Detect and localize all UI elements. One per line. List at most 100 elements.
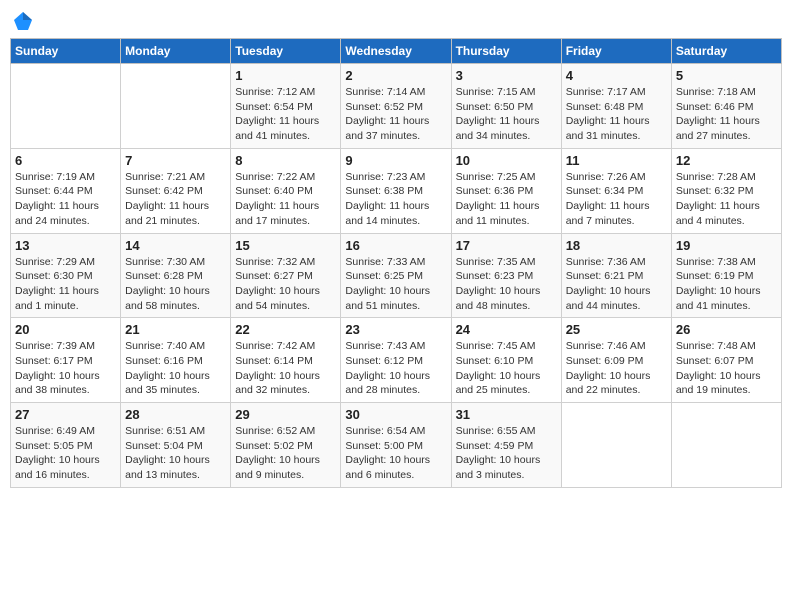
sunset-text: Sunset: 6:17 PM <box>15 355 93 367</box>
sunrise-text: Sunrise: 7:38 AM <box>676 256 756 268</box>
sunset-text: Sunset: 6:27 PM <box>235 270 313 282</box>
sunrise-text: Sunrise: 7:35 AM <box>456 256 536 268</box>
calendar-week-row: 6 Sunrise: 7:19 AM Sunset: 6:44 PM Dayli… <box>11 148 782 233</box>
calendar-cell: 1 Sunrise: 7:12 AM Sunset: 6:54 PM Dayli… <box>231 64 341 149</box>
day-number: 25 <box>566 322 667 337</box>
calendar-cell: 11 Sunrise: 7:26 AM Sunset: 6:34 PM Dayl… <box>561 148 671 233</box>
daylight-text: Daylight: 10 hours and 16 minutes. <box>15 454 100 481</box>
day-number: 30 <box>345 407 446 422</box>
sunrise-text: Sunrise: 7:17 AM <box>566 86 646 98</box>
daylight-text: Daylight: 10 hours and 22 minutes. <box>566 370 651 397</box>
weekday-header-thursday: Thursday <box>451 39 561 64</box>
day-number: 2 <box>345 68 446 83</box>
calendar-cell: 23 Sunrise: 7:43 AM Sunset: 6:12 PM Dayl… <box>341 318 451 403</box>
daylight-text: Daylight: 11 hours and 4 minutes. <box>676 200 760 227</box>
calendar-table: SundayMondayTuesdayWednesdayThursdayFrid… <box>10 38 782 488</box>
logo <box>10 10 34 34</box>
calendar-cell: 10 Sunrise: 7:25 AM Sunset: 6:36 PM Dayl… <box>451 148 561 233</box>
daylight-text: Daylight: 11 hours and 11 minutes. <box>456 200 540 227</box>
day-number: 5 <box>676 68 777 83</box>
sunset-text: Sunset: 6:34 PM <box>566 185 644 197</box>
sunset-text: Sunset: 6:36 PM <box>456 185 534 197</box>
day-number: 21 <box>125 322 226 337</box>
day-number: 13 <box>15 238 116 253</box>
calendar-cell: 19 Sunrise: 7:38 AM Sunset: 6:19 PM Dayl… <box>671 233 781 318</box>
calendar-week-row: 13 Sunrise: 7:29 AM Sunset: 6:30 PM Dayl… <box>11 233 782 318</box>
daylight-text: Daylight: 10 hours and 41 minutes. <box>676 285 761 312</box>
daylight-text: Daylight: 10 hours and 13 minutes. <box>125 454 210 481</box>
day-number: 8 <box>235 153 336 168</box>
day-number: 9 <box>345 153 446 168</box>
day-number: 4 <box>566 68 667 83</box>
daylight-text: Daylight: 11 hours and 24 minutes. <box>15 200 99 227</box>
calendar-cell: 22 Sunrise: 7:42 AM Sunset: 6:14 PM Dayl… <box>231 318 341 403</box>
day-number: 6 <box>15 153 116 168</box>
sunset-text: Sunset: 6:30 PM <box>15 270 93 282</box>
sunset-text: Sunset: 5:00 PM <box>345 440 423 452</box>
daylight-text: Daylight: 11 hours and 41 minutes. <box>235 115 319 142</box>
calendar-cell <box>11 64 121 149</box>
daylight-text: Daylight: 10 hours and 28 minutes. <box>345 370 430 397</box>
day-number: 23 <box>345 322 446 337</box>
daylight-text: Daylight: 10 hours and 44 minutes. <box>566 285 651 312</box>
sunset-text: Sunset: 6:19 PM <box>676 270 754 282</box>
calendar-cell: 3 Sunrise: 7:15 AM Sunset: 6:50 PM Dayli… <box>451 64 561 149</box>
calendar-cell <box>561 403 671 488</box>
day-number: 3 <box>456 68 557 83</box>
sunset-text: Sunset: 6:09 PM <box>566 355 644 367</box>
calendar-cell: 13 Sunrise: 7:29 AM Sunset: 6:30 PM Dayl… <box>11 233 121 318</box>
weekday-header-tuesday: Tuesday <box>231 39 341 64</box>
daylight-text: Daylight: 11 hours and 1 minute. <box>15 285 99 312</box>
daylight-text: Daylight: 11 hours and 14 minutes. <box>345 200 429 227</box>
sunset-text: Sunset: 6:23 PM <box>456 270 534 282</box>
calendar-cell: 2 Sunrise: 7:14 AM Sunset: 6:52 PM Dayli… <box>341 64 451 149</box>
sunrise-text: Sunrise: 7:21 AM <box>125 171 205 183</box>
weekday-header-saturday: Saturday <box>671 39 781 64</box>
sunrise-text: Sunrise: 7:28 AM <box>676 171 756 183</box>
calendar-cell: 12 Sunrise: 7:28 AM Sunset: 6:32 PM Dayl… <box>671 148 781 233</box>
daylight-text: Daylight: 10 hours and 54 minutes. <box>235 285 320 312</box>
daylight-text: Daylight: 10 hours and 25 minutes. <box>456 370 541 397</box>
day-number: 15 <box>235 238 336 253</box>
weekday-header-row: SundayMondayTuesdayWednesdayThursdayFrid… <box>11 39 782 64</box>
sunrise-text: Sunrise: 7:22 AM <box>235 171 315 183</box>
page-header <box>10 10 782 34</box>
daylight-text: Daylight: 10 hours and 19 minutes. <box>676 370 761 397</box>
day-number: 14 <box>125 238 226 253</box>
daylight-text: Daylight: 11 hours and 27 minutes. <box>676 115 760 142</box>
sunset-text: Sunset: 6:25 PM <box>345 270 423 282</box>
weekday-header-sunday: Sunday <box>11 39 121 64</box>
calendar-cell: 25 Sunrise: 7:46 AM Sunset: 6:09 PM Dayl… <box>561 318 671 403</box>
day-number: 17 <box>456 238 557 253</box>
calendar-body: 1 Sunrise: 7:12 AM Sunset: 6:54 PM Dayli… <box>11 64 782 488</box>
sunrise-text: Sunrise: 7:29 AM <box>15 256 95 268</box>
calendar-cell: 17 Sunrise: 7:35 AM Sunset: 6:23 PM Dayl… <box>451 233 561 318</box>
daylight-text: Daylight: 10 hours and 3 minutes. <box>456 454 541 481</box>
daylight-text: Daylight: 10 hours and 35 minutes. <box>125 370 210 397</box>
sunset-text: Sunset: 6:21 PM <box>566 270 644 282</box>
sunrise-text: Sunrise: 7:25 AM <box>456 171 536 183</box>
sunset-text: Sunset: 6:54 PM <box>235 101 313 113</box>
sunset-text: Sunset: 5:05 PM <box>15 440 93 452</box>
sunrise-text: Sunrise: 7:30 AM <box>125 256 205 268</box>
logo-icon <box>12 10 34 32</box>
calendar-cell: 5 Sunrise: 7:18 AM Sunset: 6:46 PM Dayli… <box>671 64 781 149</box>
sunrise-text: Sunrise: 7:40 AM <box>125 340 205 352</box>
sunset-text: Sunset: 6:46 PM <box>676 101 754 113</box>
daylight-text: Daylight: 10 hours and 48 minutes. <box>456 285 541 312</box>
calendar-cell: 14 Sunrise: 7:30 AM Sunset: 6:28 PM Dayl… <box>121 233 231 318</box>
day-number: 11 <box>566 153 667 168</box>
day-number: 1 <box>235 68 336 83</box>
weekday-header-wednesday: Wednesday <box>341 39 451 64</box>
calendar-week-row: 20 Sunrise: 7:39 AM Sunset: 6:17 PM Dayl… <box>11 318 782 403</box>
sunset-text: Sunset: 6:10 PM <box>456 355 534 367</box>
sunrise-text: Sunrise: 6:54 AM <box>345 425 425 437</box>
weekday-header-friday: Friday <box>561 39 671 64</box>
day-number: 10 <box>456 153 557 168</box>
daylight-text: Daylight: 11 hours and 34 minutes. <box>456 115 540 142</box>
calendar-cell: 21 Sunrise: 7:40 AM Sunset: 6:16 PM Dayl… <box>121 318 231 403</box>
daylight-text: Daylight: 10 hours and 9 minutes. <box>235 454 320 481</box>
sunrise-text: Sunrise: 7:42 AM <box>235 340 315 352</box>
daylight-text: Daylight: 10 hours and 51 minutes. <box>345 285 430 312</box>
sunrise-text: Sunrise: 7:19 AM <box>15 171 95 183</box>
